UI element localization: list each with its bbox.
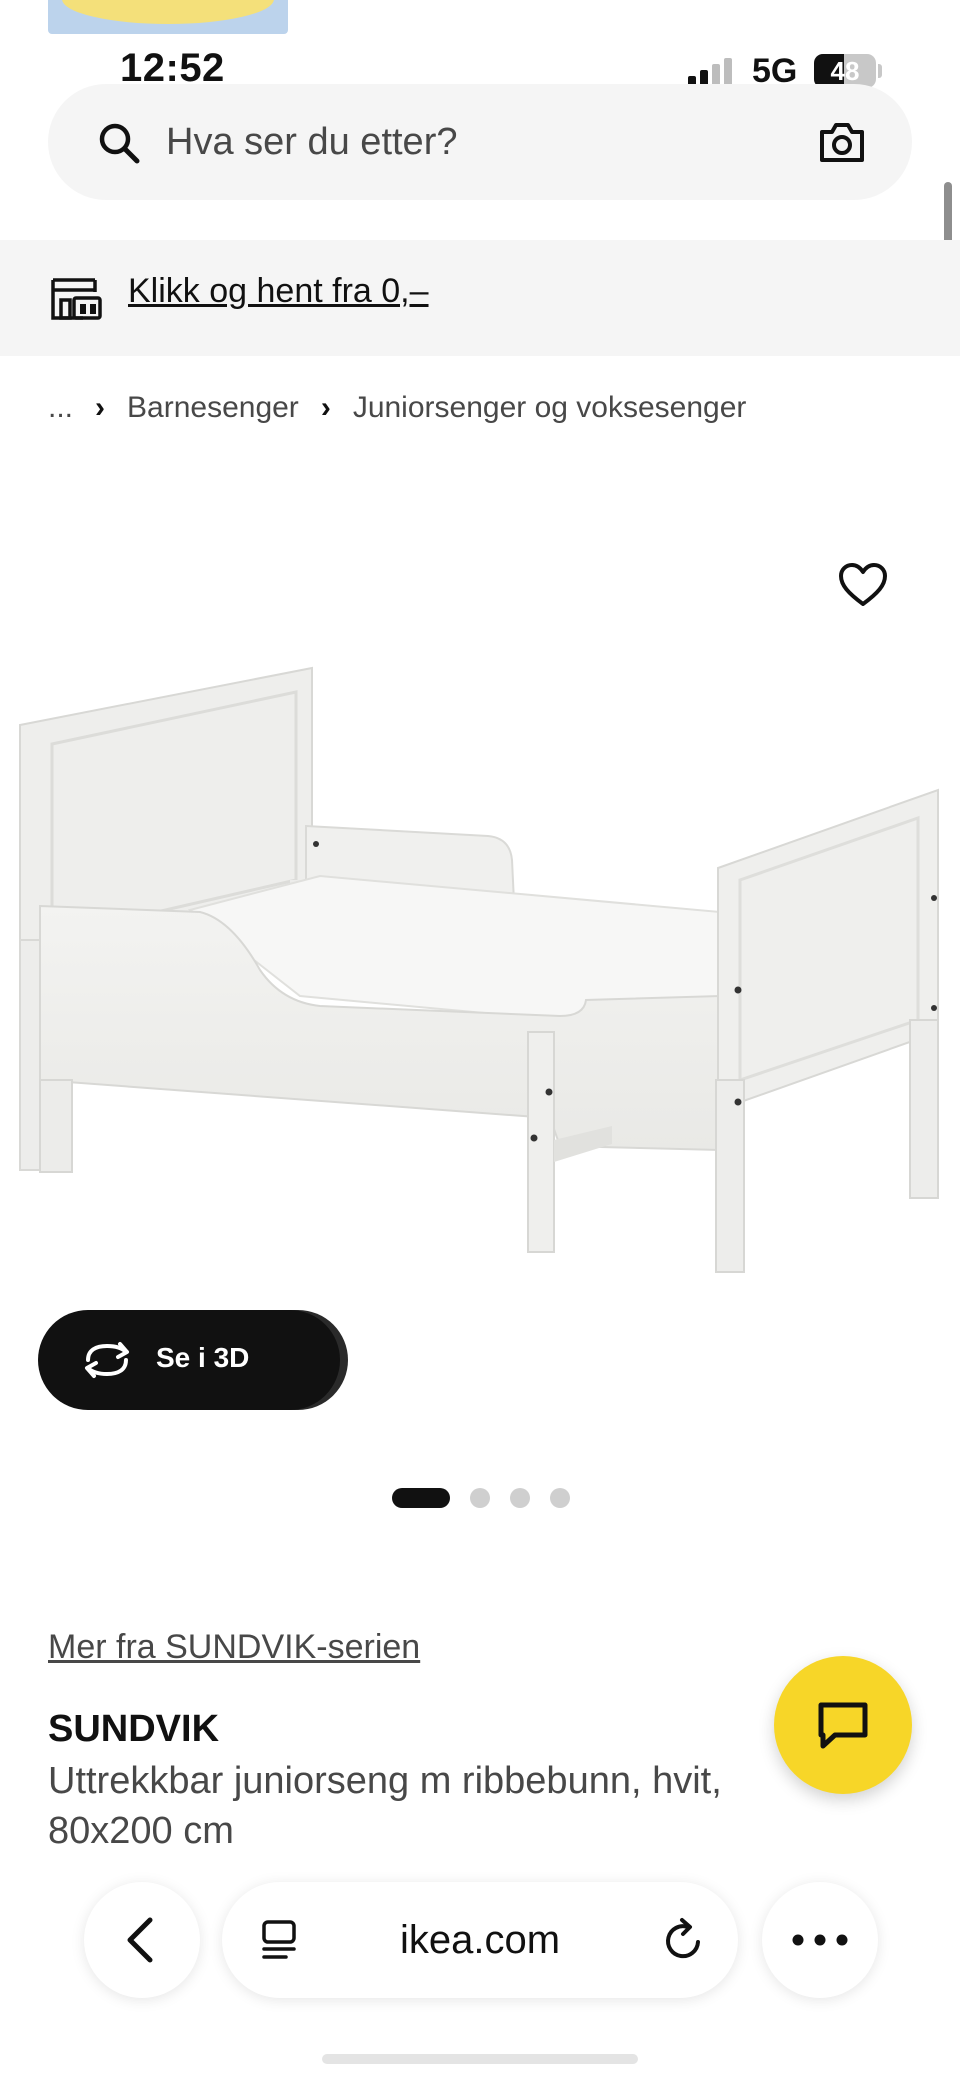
carousel-dot[interactable]: [510, 1488, 530, 1508]
view-3d-button[interactable]: Se i 3D: [38, 1310, 340, 1410]
url-domain: ikea.com: [399, 1918, 561, 1962]
search-input[interactable]: [166, 112, 806, 172]
search-bar[interactable]: [48, 84, 912, 200]
product-image[interactable]: [0, 640, 960, 1280]
chevron-right-icon: ›: [320, 391, 331, 424]
more-button[interactable]: [762, 1882, 878, 1998]
heart-icon[interactable]: [838, 562, 888, 608]
carousel-dot-active[interactable]: [392, 1488, 450, 1508]
series-link[interactable]: Mer fra SUNDVIK-serien: [48, 1628, 420, 1667]
click-collect-link[interactable]: Klikk og hent fra 0,–: [128, 272, 429, 311]
view-3d-label: Se i 3D: [156, 1342, 250, 1373]
browser-toolbar: ikea.com: [0, 1860, 960, 2081]
carousel-dot[interactable]: [550, 1488, 570, 1508]
chevron-left-icon: [127, 1917, 153, 1963]
carousel-dots[interactable]: [392, 1488, 570, 1508]
battery-tip: [878, 64, 882, 78]
product-page: 12:52 5G 48 Klikk og hen: [0, 0, 960, 2081]
click-collect-banner[interactable]: Klikk og hent fra 0,–: [0, 240, 960, 356]
breadcrumb-item-juniorsenger[interactable]: Juniorsenger og voksesenger: [353, 391, 747, 425]
reload-icon[interactable]: [662, 1916, 706, 1962]
ikea-logo[interactable]: [48, 0, 288, 34]
chat-button[interactable]: [774, 1656, 912, 1794]
address-bar[interactable]: ikea.com: [222, 1882, 738, 1998]
store-icon: [51, 278, 102, 320]
back-button[interactable]: [84, 1882, 200, 1998]
breadcrumb-item-barnesenger[interactable]: Barnesenger: [127, 391, 299, 425]
search-icon[interactable]: [96, 120, 142, 166]
chevron-right-icon: ›: [95, 391, 106, 424]
carousel-dot[interactable]: [470, 1488, 490, 1508]
chat-icon: [818, 1702, 868, 1749]
home-indicator[interactable]: [322, 2054, 638, 2064]
more-icon: [792, 1934, 848, 1946]
product-description: Uttrekkbar juniorseng m ribbebunn, hvit,…: [48, 1760, 722, 1852]
rotate-3d-icon: [85, 1342, 129, 1378]
breadcrumb-ellipsis[interactable]: ...: [48, 391, 73, 425]
product-name: SUNDVIK: [48, 1708, 220, 1750]
breadcrumb: ... › Barnesenger › Juniorsenger og voks…: [48, 386, 746, 430]
battery-percent: 48: [830, 56, 860, 86]
camera-icon[interactable]: [818, 120, 866, 164]
battery-icon: 48: [814, 54, 876, 88]
